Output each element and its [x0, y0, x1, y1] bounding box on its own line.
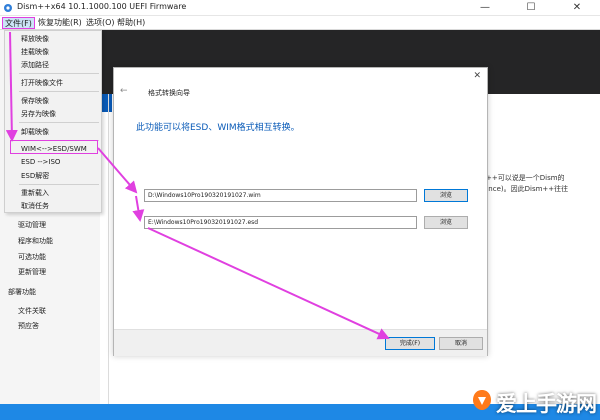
menu-file[interactable]: 文件(F) — [2, 17, 35, 29]
menu-item-open-image-file[interactable]: 打开映像文件 — [21, 78, 63, 88]
menu-separator — [19, 122, 99, 123]
sidebar-item-programs[interactable]: 程序和功能 — [18, 236, 53, 246]
menu-bar: 文件(F) 恢复功能(R) 选项(O) 帮助(H) — [0, 16, 600, 30]
menu-help[interactable]: 帮助(H) — [115, 17, 147, 29]
menu-item-apply-image[interactable]: 释放映像 — [21, 34, 49, 44]
menu-item-save-image-as[interactable]: 另存为映像 — [21, 109, 56, 119]
sidebar-divider — [108, 94, 109, 404]
wim-esd-highlight-box — [10, 140, 98, 154]
finish-button[interactable]: 完成(F) — [385, 337, 435, 350]
main-description-line-2: ence)。因此Dism++往往 — [484, 185, 569, 193]
menu-item-unmount-image[interactable]: 卸载映像 — [21, 127, 49, 137]
sidebar-item-drivers[interactable]: 驱动管理 — [18, 220, 46, 230]
dialog-title: 格式转换向导 — [148, 89, 190, 97]
site-watermark: 爱上手游网 — [470, 386, 598, 416]
window-title: Dism++x64 10.1.1000.100 UEFI Firmware — [17, 2, 187, 11]
dialog-close-icon[interactable]: ✕ — [473, 71, 481, 81]
menu-separator — [19, 73, 99, 74]
source-path-input[interactable] — [144, 189, 417, 202]
close-window-button[interactable]: ✕ — [554, 0, 600, 16]
file-dropdown-menu: 释放映像 挂载映像 添加路径 打开映像文件 保存映像 另存为映像 卸载映像 WI… — [4, 30, 102, 213]
menu-separator — [19, 91, 99, 92]
dialog-footer: 完成(F) 取消 — [114, 329, 487, 356]
browse-source-button[interactable]: 浏览 — [424, 189, 468, 202]
sidebar-section-deploy: 部署功能 — [8, 288, 36, 296]
sidebar-item-updates[interactable]: 更新管理 — [18, 267, 46, 277]
back-arrow-icon[interactable]: ← — [120, 86, 128, 96]
watermark-text: 爱上手游网 — [496, 392, 597, 416]
sidebar-item-optional-features[interactable]: 可选功能 — [18, 252, 46, 262]
menu-restore[interactable]: 恢复功能(R) — [36, 17, 84, 29]
menu-options[interactable]: 选项(O) — [84, 17, 117, 29]
maximize-button[interactable]: ☐ — [508, 0, 554, 16]
title-bar: Dism++x64 10.1.1000.100 UEFI Firmware — … — [0, 0, 600, 16]
menu-item-esd-to-iso[interactable]: ESD -->ISO — [21, 158, 60, 166]
menu-item-save-image[interactable]: 保存映像 — [21, 96, 49, 106]
browse-target-button[interactable]: 浏览 — [424, 216, 468, 229]
menu-item-cancel-task[interactable]: 取消任务 — [21, 201, 49, 211]
menu-item-esd-decrypt[interactable]: ESD解密 — [21, 171, 49, 181]
menu-item-add-path[interactable]: 添加路径 — [21, 60, 49, 70]
minimize-button[interactable]: — — [462, 0, 508, 16]
app-gear-icon — [4, 4, 12, 12]
target-path-input[interactable] — [144, 216, 417, 229]
format-conversion-dialog: ← 格式转换向导 ✕ 此功能可以将ESD、WIM格式相互转换。 浏览 浏览 完成… — [113, 67, 488, 356]
menu-item-reload[interactable]: 重新载入 — [21, 188, 49, 198]
watermark-logo-icon — [473, 390, 491, 410]
dialog-heading: 此功能可以将ESD、WIM格式相互转换。 — [136, 123, 300, 133]
cancel-button[interactable]: 取消 — [439, 337, 483, 350]
main-description-line-1: ++可以说是一个Dism的 — [486, 174, 565, 182]
menu-item-mount-image[interactable]: 挂载映像 — [21, 47, 49, 57]
sidebar-item-file-assoc[interactable]: 文件关联 — [18, 306, 46, 316]
menu-separator — [19, 184, 99, 185]
sidebar-item-preanswer[interactable]: 预应答 — [18, 321, 39, 331]
